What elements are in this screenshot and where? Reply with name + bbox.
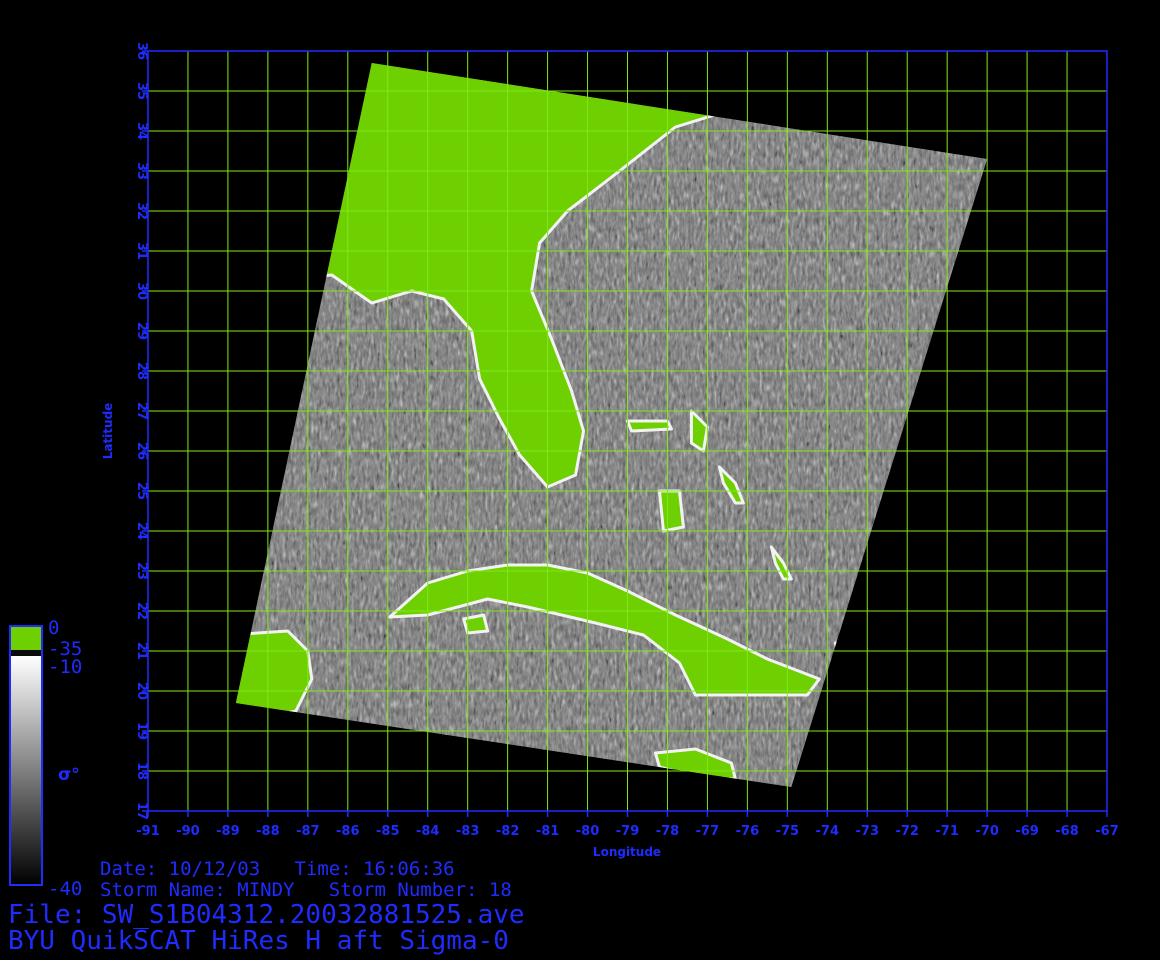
latitude-tick-label: 20: [134, 682, 149, 700]
product-line: BYU QuikSCAT HiRes H aft Sigma-0: [8, 926, 509, 956]
latitude-tick-label: 27: [134, 402, 149, 420]
x-axis-title: Longitude: [593, 845, 661, 859]
colorbar-land-segment: [10, 626, 42, 654]
file-line: File: SW_S1B04312.20032881525.ave: [8, 900, 525, 930]
longitude-tick-label: -87: [296, 824, 320, 839]
latitude-tick-label: 18: [134, 762, 149, 780]
land-grand-bahama: [626, 419, 673, 433]
longitude-tick-label: -85: [376, 824, 400, 839]
longitude-tick-label: -73: [856, 824, 880, 839]
colorbar-upper-value: -10: [48, 656, 82, 678]
storm-line: Storm Name: MINDY Storm Number: 18: [100, 879, 512, 901]
latitude-tick-label: 23: [134, 562, 149, 580]
latitude-tick-label: 21: [134, 642, 149, 660]
latitude-tick-label: 30: [134, 282, 149, 300]
latitude-tick-label: 36: [134, 42, 149, 60]
latitude-tick-label: 17: [134, 802, 149, 820]
latitude-tick-labels: 17 18 19 20 21 22 23 24 25 26 27 28 29 30 31 32 33 34 35 36: [134, 42, 149, 820]
longitude-tick-label: -67: [1095, 824, 1119, 839]
latitude-tick-label: 31: [134, 242, 149, 260]
longitude-tick-label: -79: [616, 824, 640, 839]
longitude-tick-label: -77: [696, 824, 720, 839]
latitude-tick-label: 32: [134, 202, 149, 220]
longitude-tick-label: -76: [736, 824, 760, 839]
latitude-tick-label: 35: [134, 82, 149, 100]
colorbar-symbol: σ°: [58, 765, 80, 785]
colorbar-top-value: 0: [48, 617, 59, 639]
latitude-tick-label: 24: [134, 522, 149, 540]
longitude-tick-label: -88: [256, 824, 280, 839]
longitude-tick-label: -68: [1055, 824, 1079, 839]
latitude-tick-label: 25: [134, 482, 149, 500]
y-axis-title: Latitude: [101, 403, 115, 460]
sigma0-swath: [235, 63, 988, 787]
longitude-tick-label: -69: [1015, 824, 1039, 839]
longitude-tick-label: -72: [895, 824, 919, 839]
longitude-tick-label: -82: [496, 824, 520, 839]
date-time-line: Date: 10/12/03 Time: 16:06:36: [100, 858, 455, 880]
colorbar-land-dark: [10, 650, 42, 656]
colorbar: 0 -35 -10 σ° -40: [9, 617, 82, 900]
colorbar-bottom-value: -40: [48, 878, 82, 900]
colorbar-gradient: [10, 656, 42, 885]
longitude-tick-label: -81: [536, 824, 560, 839]
latitude-tick-label: 34: [134, 122, 149, 140]
longitude-tick-labels: -91 -90 -89 -88 -87 -86 -85 -84 -83 -82 -81 -80 -79 -…: [136, 811, 1119, 839]
longitude-tick-label: -84: [416, 824, 440, 839]
map-figure: -91 -90 -89 -88 -87 -86 -85 -84 -83 -82 -81 -80 -79 -…: [9, 42, 1119, 900]
longitude-tick-label: -86: [336, 824, 360, 839]
land-andros: [657, 489, 685, 533]
longitude-tick-label: -70: [975, 824, 999, 839]
latitude-tick-label: 33: [134, 162, 149, 180]
latitude-tick-label: 26: [134, 442, 149, 460]
longitude-tick-label: -90: [176, 824, 200, 839]
longitude-tick-label: -78: [656, 824, 680, 839]
longitude-tick-label: -83: [456, 824, 480, 839]
longitude-tick-label: -80: [576, 824, 600, 839]
land-yucatan: [235, 629, 314, 721]
longitude-tick-label: -75: [776, 824, 800, 839]
land-inagua: [833, 641, 865, 657]
longitude-tick-label: -91: [136, 824, 160, 839]
latitude-tick-label: 22: [134, 602, 149, 620]
latitude-tick-label: 19: [134, 722, 149, 740]
latitude-tick-label: 29: [134, 322, 149, 340]
longitude-tick-label: -74: [816, 824, 840, 839]
longitude-tick-label: -89: [216, 824, 240, 839]
latitude-tick-label: 28: [134, 362, 149, 380]
longitude-tick-label: -71: [935, 824, 959, 839]
